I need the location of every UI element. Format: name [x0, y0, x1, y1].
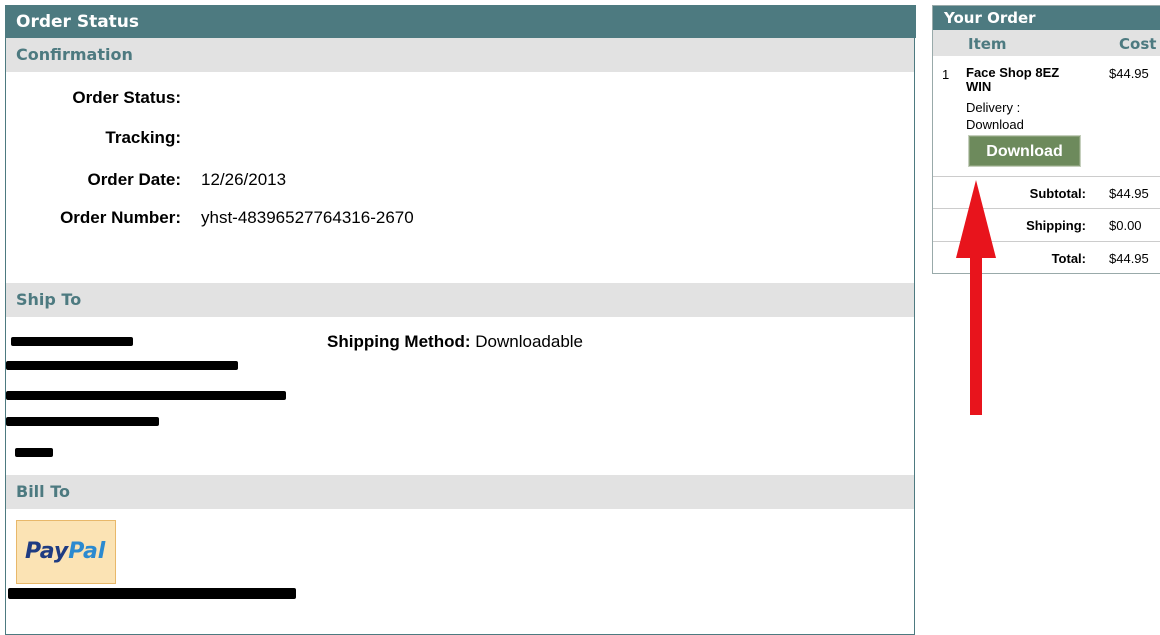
- download-button[interactable]: Download: [968, 135, 1081, 167]
- order-date-label: Order Date:: [87, 170, 181, 189]
- arrow-head: [956, 180, 996, 258]
- shipping-method-value: Downloadable: [475, 332, 584, 351]
- tracking-label: Tracking:: [105, 128, 181, 147]
- divider: [933, 176, 1160, 177]
- order-date-value: 12/26/2013: [201, 170, 287, 189]
- redacted-country: [6, 417, 159, 426]
- order-status-label: Order Status:: [72, 88, 181, 107]
- order-number-label: Order Number:: [60, 208, 181, 227]
- bill-to-section-title: Bill To: [6, 475, 914, 509]
- your-order-title: Your Order: [933, 6, 1160, 30]
- shipping-method-label: Shipping Method:: [327, 332, 471, 351]
- ship-to-section-title: Ship To: [6, 283, 914, 317]
- arrow-shaft: [970, 250, 982, 415]
- redacted-phone: [15, 448, 53, 457]
- shipping-method: Shipping Method: Downloadable: [327, 332, 583, 352]
- shipping-value: $0.00: [1109, 218, 1142, 233]
- item-name: Face Shop 8EZ WIN: [966, 65, 1060, 94]
- paypal-pay: Pay: [25, 539, 69, 564]
- redacted-city: [6, 391, 286, 400]
- subtotal-value: $44.95: [1109, 186, 1149, 201]
- redacted-street: [6, 361, 238, 370]
- paypal-logo: PayPal: [16, 520, 116, 584]
- order-columns-header: Item Cost: [933, 30, 1160, 56]
- item-price: $44.95: [1109, 66, 1149, 81]
- order-status-panel: Order Status Confirmation Order Status: …: [5, 5, 916, 635]
- item-delivery: Delivery : Download: [966, 100, 1024, 132]
- item-number: 1: [942, 67, 950, 82]
- order-status-title: Order Status: [6, 5, 916, 38]
- red-arrow-annotation: [956, 180, 996, 415]
- confirmation-section-title: Confirmation: [6, 38, 914, 72]
- col-cost: Cost: [1119, 35, 1157, 53]
- paypal-pal: Pal: [68, 539, 106, 564]
- redacted-email: [8, 588, 296, 599]
- redacted-name: [11, 337, 133, 346]
- col-item: Item: [968, 35, 1007, 53]
- total-value: $44.95: [1109, 251, 1149, 266]
- order-number-value: yhst-48396527764316-2670: [201, 208, 414, 227]
